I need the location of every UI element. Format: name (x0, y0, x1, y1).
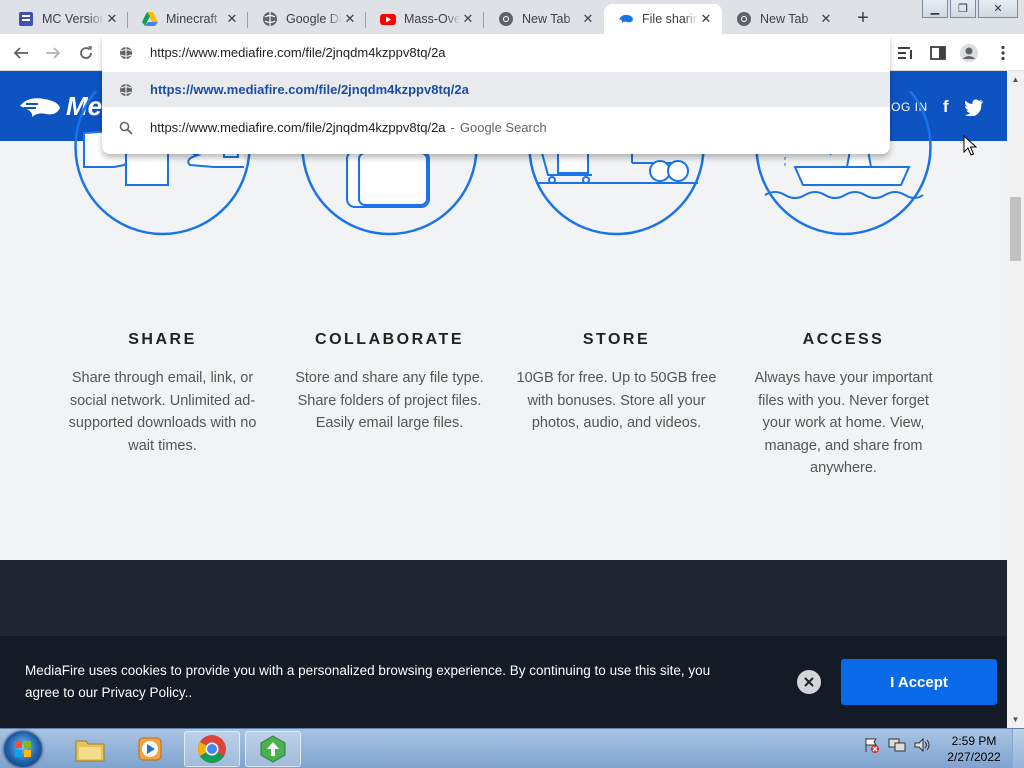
show-desktop-button[interactable] (1012, 729, 1024, 768)
forward-arrow-icon (46, 47, 61, 59)
tab-strip: MC Version ✕ Minecraft ✕ Google Di ✕ Mas… (0, 0, 1024, 34)
omnibox-text: https://www.mediafire.com/file/2jnqdm4kz… (150, 45, 446, 60)
tab-title: Google Di (286, 12, 342, 26)
close-icon[interactable]: ✕ (580, 11, 596, 27)
media-queue-icon[interactable] (895, 42, 917, 64)
forward-button[interactable] (40, 40, 66, 66)
cookie-message: MediaFire uses cookies to provide you wi… (25, 663, 711, 700)
suggestion-separator: - (450, 120, 455, 135)
new-tab-button[interactable]: + (850, 6, 876, 30)
tab-3[interactable]: Mass-Ove ✕ (366, 4, 484, 34)
globe-icon (262, 11, 278, 27)
tab-title: File sharin (642, 12, 698, 26)
back-button[interactable] (8, 40, 34, 66)
feature-title: ACCESS (802, 331, 885, 348)
suggestion-text: https://www.mediafire.com/file/2jnqdm4kz… (150, 120, 446, 135)
tab-2[interactable]: Google Di ✕ (248, 4, 366, 34)
close-icon[interactable]: ✕ (342, 11, 358, 27)
reload-icon (80, 46, 92, 59)
profile-avatar-icon[interactable] (958, 42, 980, 64)
reload-button[interactable] (73, 40, 99, 66)
minimize-button[interactable]: ▁ (922, 0, 948, 18)
mouse-pointer-icon (963, 135, 977, 156)
tab-title: MC Version (42, 12, 104, 26)
feature-title: SHARE (128, 331, 197, 348)
tab-0[interactable]: MC Version ✕ (4, 4, 128, 34)
tab-4[interactable]: New Tab ✕ (484, 4, 604, 34)
feature-text: 10GB for free. Up to 50GB free with bonu… (516, 370, 717, 431)
features-section: SHARE Share through email, link, or soci… (0, 91, 1007, 560)
mediafire-flame-icon (20, 97, 60, 117)
network-icon[interactable] (888, 737, 906, 753)
globe-icon (102, 46, 150, 60)
media-player-taskbar-button[interactable] (122, 731, 178, 767)
tab-5[interactable]: File sharin ✕ (604, 4, 722, 34)
restore-button[interactable]: ❐ (950, 0, 976, 18)
feature-text: Always have your important files with yo… (754, 370, 933, 476)
media-player-icon (138, 737, 162, 761)
system-clock[interactable]: 2:59 PM 2/27/2022 (942, 733, 1006, 765)
close-icon[interactable]: ✕ (818, 11, 834, 27)
cookie-close-button[interactable] (797, 670, 821, 694)
facebook-icon[interactable]: f (936, 97, 956, 117)
tab-1[interactable]: Minecraft ✕ (128, 4, 248, 34)
close-icon (804, 677, 814, 687)
feature-text: Store and share any file type. Share fol… (295, 370, 484, 431)
youtube-icon (380, 11, 396, 27)
scroll-down-arrow-icon[interactable]: ▼ (1007, 711, 1024, 728)
explorer-taskbar-button[interactable] (62, 731, 118, 767)
omnibox-dropdown: https://www.mediafire.com/file/2jnqdm4kz… (102, 35, 890, 154)
globe-icon (102, 83, 150, 97)
scrollbar-thumb[interactable] (1010, 197, 1021, 261)
system-tray (864, 737, 930, 753)
mediafire-icon (618, 11, 634, 27)
action-center-flag-icon[interactable] (864, 737, 880, 753)
suggestion-hint: Google Search (459, 120, 547, 135)
twitter-icon[interactable] (964, 97, 984, 117)
search-icon (102, 121, 150, 135)
page-scrollbar[interactable]: ▲ ▼ (1007, 71, 1024, 728)
windows-taskbar: 2:59 PM 2/27/2022 (0, 728, 1024, 768)
feature-title: COLLABORATE (315, 331, 464, 348)
clock-date: 2/27/2022 (947, 750, 1001, 764)
chrome-icon (198, 735, 226, 763)
side-panel-icon[interactable] (927, 42, 949, 64)
tab-title: Mass-Ove (404, 12, 460, 26)
omnibox-input[interactable]: https://www.mediafire.com/file/2jnqdm4kz… (102, 35, 890, 70)
close-icon[interactable]: ✕ (698, 11, 714, 27)
folder-icon (75, 740, 105, 762)
chrome-icon (498, 11, 514, 27)
back-arrow-icon (13, 47, 28, 59)
tab-title: New Tab (522, 12, 571, 26)
close-window-button[interactable]: ✕ (978, 0, 1018, 18)
close-icon[interactable]: ✕ (460, 11, 476, 27)
volume-icon[interactable] (914, 737, 930, 753)
clock-time: 2:59 PM (951, 734, 997, 748)
tab-title: New Tab (760, 12, 809, 26)
chrome-icon (736, 11, 752, 27)
accept-cookies-button[interactable]: I Accept (841, 659, 997, 705)
chrome-taskbar-button[interactable] (184, 731, 240, 767)
close-icon[interactable]: ✕ (104, 11, 120, 27)
omnibox-suggestion-search[interactable]: https://www.mediafire.com/file/2jnqdm4kz… (102, 110, 890, 145)
feature-text: Share through email, link, or social net… (68, 370, 257, 454)
app-taskbar-button[interactable] (245, 731, 301, 767)
google-drive-icon (142, 11, 158, 27)
start-button[interactable] (4, 731, 42, 767)
omnibox-suggestion-url[interactable]: https://www.mediafire.com/file/2jnqdm4kz… (102, 72, 890, 107)
shield-app-icon (260, 735, 286, 763)
close-icon[interactable]: ✕ (224, 11, 240, 27)
kebab-menu-icon[interactable] (992, 42, 1014, 64)
tab-6[interactable]: New Tab ✕ (722, 4, 842, 34)
tab-title: Minecraft (166, 12, 218, 26)
windows-logo-icon (15, 741, 31, 757)
feature-title: STORE (582, 331, 651, 348)
forms-icon (18, 11, 34, 27)
scroll-up-arrow-icon[interactable]: ▲ (1007, 71, 1024, 88)
suggestion-text: https://www.mediafire.com/file/2jnqdm4kz… (150, 82, 469, 97)
